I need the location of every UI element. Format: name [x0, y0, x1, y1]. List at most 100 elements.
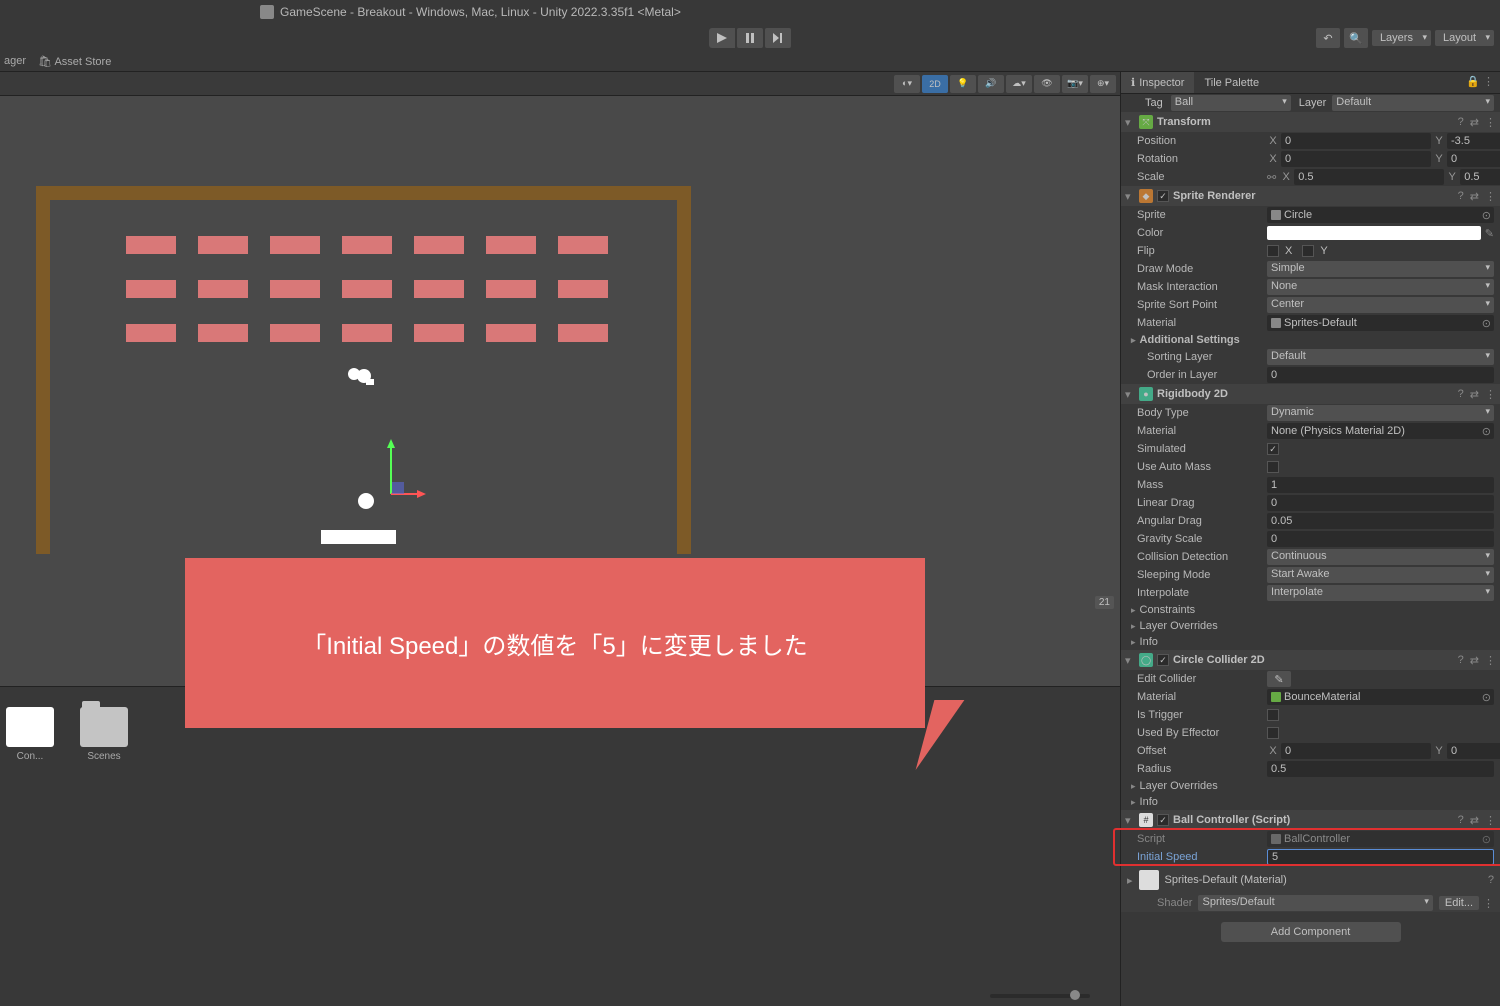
linear-drag-input[interactable]	[1267, 495, 1494, 511]
fold-icon[interactable]: ▾	[1125, 116, 1135, 129]
collision-dropdown[interactable]: Continuous	[1267, 549, 1494, 565]
additional-settings-foldout[interactable]: Additional Settings	[1121, 332, 1500, 348]
paddle-object[interactable]	[321, 530, 396, 544]
play-button[interactable]	[709, 28, 735, 48]
edit-collider-button[interactable]: ✎	[1267, 671, 1291, 687]
offset-x[interactable]	[1281, 743, 1431, 759]
zoom-slider[interactable]	[990, 994, 1090, 998]
offset-y[interactable]	[1447, 743, 1500, 759]
cc-layer-overrides-foldout[interactable]: Layer Overrides	[1121, 778, 1500, 794]
menu-icon[interactable]: ⋮	[1485, 814, 1496, 827]
sort-point-dropdown[interactable]: Center	[1267, 297, 1494, 313]
info-foldout[interactable]: Info	[1121, 634, 1500, 650]
menu-icon[interactable]: ⋮	[1485, 388, 1496, 401]
step-button[interactable]	[765, 28, 791, 48]
eyedropper-icon[interactable]: ✎	[1485, 227, 1494, 240]
menu-icon[interactable]: ⋮	[1483, 897, 1494, 910]
effector-checkbox[interactable]	[1267, 727, 1279, 739]
is-trigger-checkbox[interactable]	[1267, 709, 1279, 721]
enabled-checkbox[interactable]: ✓	[1157, 190, 1169, 202]
sleeping-dropdown[interactable]: Start Awake	[1267, 567, 1494, 583]
cc-info-foldout[interactable]: Info	[1121, 794, 1500, 810]
fold-icon[interactable]: ▾	[1125, 654, 1135, 667]
help-icon[interactable]: ?	[1458, 814, 1464, 827]
scale-y[interactable]	[1460, 169, 1500, 185]
pos-y[interactable]	[1447, 133, 1500, 149]
lock-icon[interactable]: 🔒 ⋮	[1460, 72, 1500, 93]
hidden-icon[interactable]: 👁	[1034, 75, 1060, 93]
audio-icon[interactable]: 🔊	[978, 75, 1004, 93]
gizmos-icon[interactable]: ⊕▾	[1090, 75, 1116, 93]
ball-controller-header[interactable]: ▾ # ✓ Ball Controller (Script) ?⇄⋮	[1121, 810, 1500, 830]
constraints-foldout[interactable]: Constraints	[1121, 602, 1500, 618]
search-icon[interactable]: 🔍	[1344, 28, 1368, 48]
preset-icon[interactable]: ⇄	[1470, 388, 1479, 401]
sorting-layer-dropdown[interactable]: Default	[1267, 349, 1494, 365]
menu-icon[interactable]: ⋮	[1485, 190, 1496, 203]
order-in-layer[interactable]	[1267, 367, 1494, 383]
flip-y[interactable]	[1302, 245, 1314, 257]
rot-y[interactable]	[1447, 151, 1500, 167]
rigidbody-header[interactable]: ▾ ● Rigidbody 2D ?⇄⋮	[1121, 384, 1500, 404]
tag-dropdown[interactable]: Ball	[1171, 95, 1291, 111]
material-section[interactable]: ▸ Sprites-Default (Material) ?	[1121, 866, 1500, 894]
preset-icon[interactable]: ⇄	[1470, 814, 1479, 827]
lighting-icon[interactable]: 💡	[950, 75, 976, 93]
mask-dropdown[interactable]: None	[1267, 279, 1494, 295]
angular-drag-input[interactable]	[1267, 513, 1494, 529]
fold-icon[interactable]: ▾	[1125, 814, 1135, 827]
circle-collider-header[interactable]: ▾ ◯ ✓ Circle Collider 2D ?⇄⋮	[1121, 650, 1500, 670]
draw-mode-dropdown[interactable]: Simple	[1267, 261, 1494, 277]
menu-icon[interactable]: ⋮	[1485, 654, 1496, 667]
fold-icon[interactable]: ▾	[1125, 388, 1135, 401]
cc-material-field[interactable]: BounceMaterial	[1267, 689, 1494, 705]
help-icon[interactable]: ?	[1458, 654, 1464, 667]
rb-material-field[interactable]: None (Physics Material 2D)	[1267, 423, 1494, 439]
enabled-checkbox[interactable]: ✓	[1157, 654, 1169, 666]
2d-toggle[interactable]: 2D	[922, 75, 948, 93]
sprite-renderer-header[interactable]: ▾ ◆ ✓ Sprite Renderer ?⇄⋮	[1121, 186, 1500, 206]
tab-tile-palette[interactable]: Tile Palette	[1194, 72, 1269, 93]
sprite-field[interactable]: Circle	[1267, 207, 1494, 223]
help-icon[interactable]: ?	[1458, 190, 1464, 203]
gravity-input[interactable]	[1267, 531, 1494, 547]
help-icon[interactable]: ?	[1458, 116, 1464, 129]
preset-icon[interactable]: ⇄	[1470, 116, 1479, 129]
edit-button[interactable]: Edit...	[1439, 896, 1479, 910]
scale-x[interactable]	[1294, 169, 1444, 185]
help-icon[interactable]: ?	[1488, 874, 1494, 886]
draw-mode-icon[interactable]: ◐▾	[894, 75, 920, 93]
undo-history-icon[interactable]: ↶	[1316, 28, 1340, 48]
layer-overrides-foldout[interactable]: Layer Overrides	[1121, 618, 1500, 634]
layers-dropdown[interactable]: Layers	[1372, 30, 1431, 46]
preset-icon[interactable]: ⇄	[1470, 190, 1479, 203]
material-field[interactable]: Sprites-Default	[1267, 315, 1494, 331]
body-type-dropdown[interactable]: Dynamic	[1267, 405, 1494, 421]
fx-icon[interactable]: ☁▾	[1006, 75, 1032, 93]
tab-inspector[interactable]: ℹ Inspector	[1121, 72, 1194, 93]
simulated-checkbox[interactable]: ✓	[1267, 443, 1279, 455]
radius-input[interactable]	[1267, 761, 1494, 777]
layer-dropdown[interactable]: Default	[1332, 95, 1494, 111]
pos-x[interactable]	[1281, 133, 1431, 149]
mass-input[interactable]	[1267, 477, 1494, 493]
interpolate-dropdown[interactable]: Interpolate	[1267, 585, 1494, 601]
initial-speed-input[interactable]	[1267, 849, 1494, 865]
ball-object[interactable]	[358, 493, 374, 509]
camera-icon-btn[interactable]: 📷▾	[1062, 75, 1088, 93]
project-item[interactable]: Con...	[0, 707, 60, 762]
tab-asset-store[interactable]: 🛍 Asset Store	[38, 55, 111, 68]
menu-icon[interactable]: ⋮	[1485, 116, 1496, 129]
rot-x[interactable]	[1281, 151, 1431, 167]
tab-manager[interactable]: ager	[4, 55, 26, 68]
color-field[interactable]	[1267, 226, 1481, 240]
help-icon[interactable]: ?	[1458, 388, 1464, 401]
transform-header[interactable]: ▾ ⤧ Transform ?⇄⋮	[1121, 112, 1500, 132]
enabled-checkbox[interactable]: ✓	[1157, 814, 1169, 826]
flip-x[interactable]	[1267, 245, 1279, 257]
layout-dropdown[interactable]: Layout	[1435, 30, 1494, 46]
project-item[interactable]: Scenes	[74, 707, 134, 762]
auto-mass-checkbox[interactable]	[1267, 461, 1279, 473]
link-icon[interactable]: ⚯	[1267, 171, 1276, 184]
preset-icon[interactable]: ⇄	[1470, 654, 1479, 667]
